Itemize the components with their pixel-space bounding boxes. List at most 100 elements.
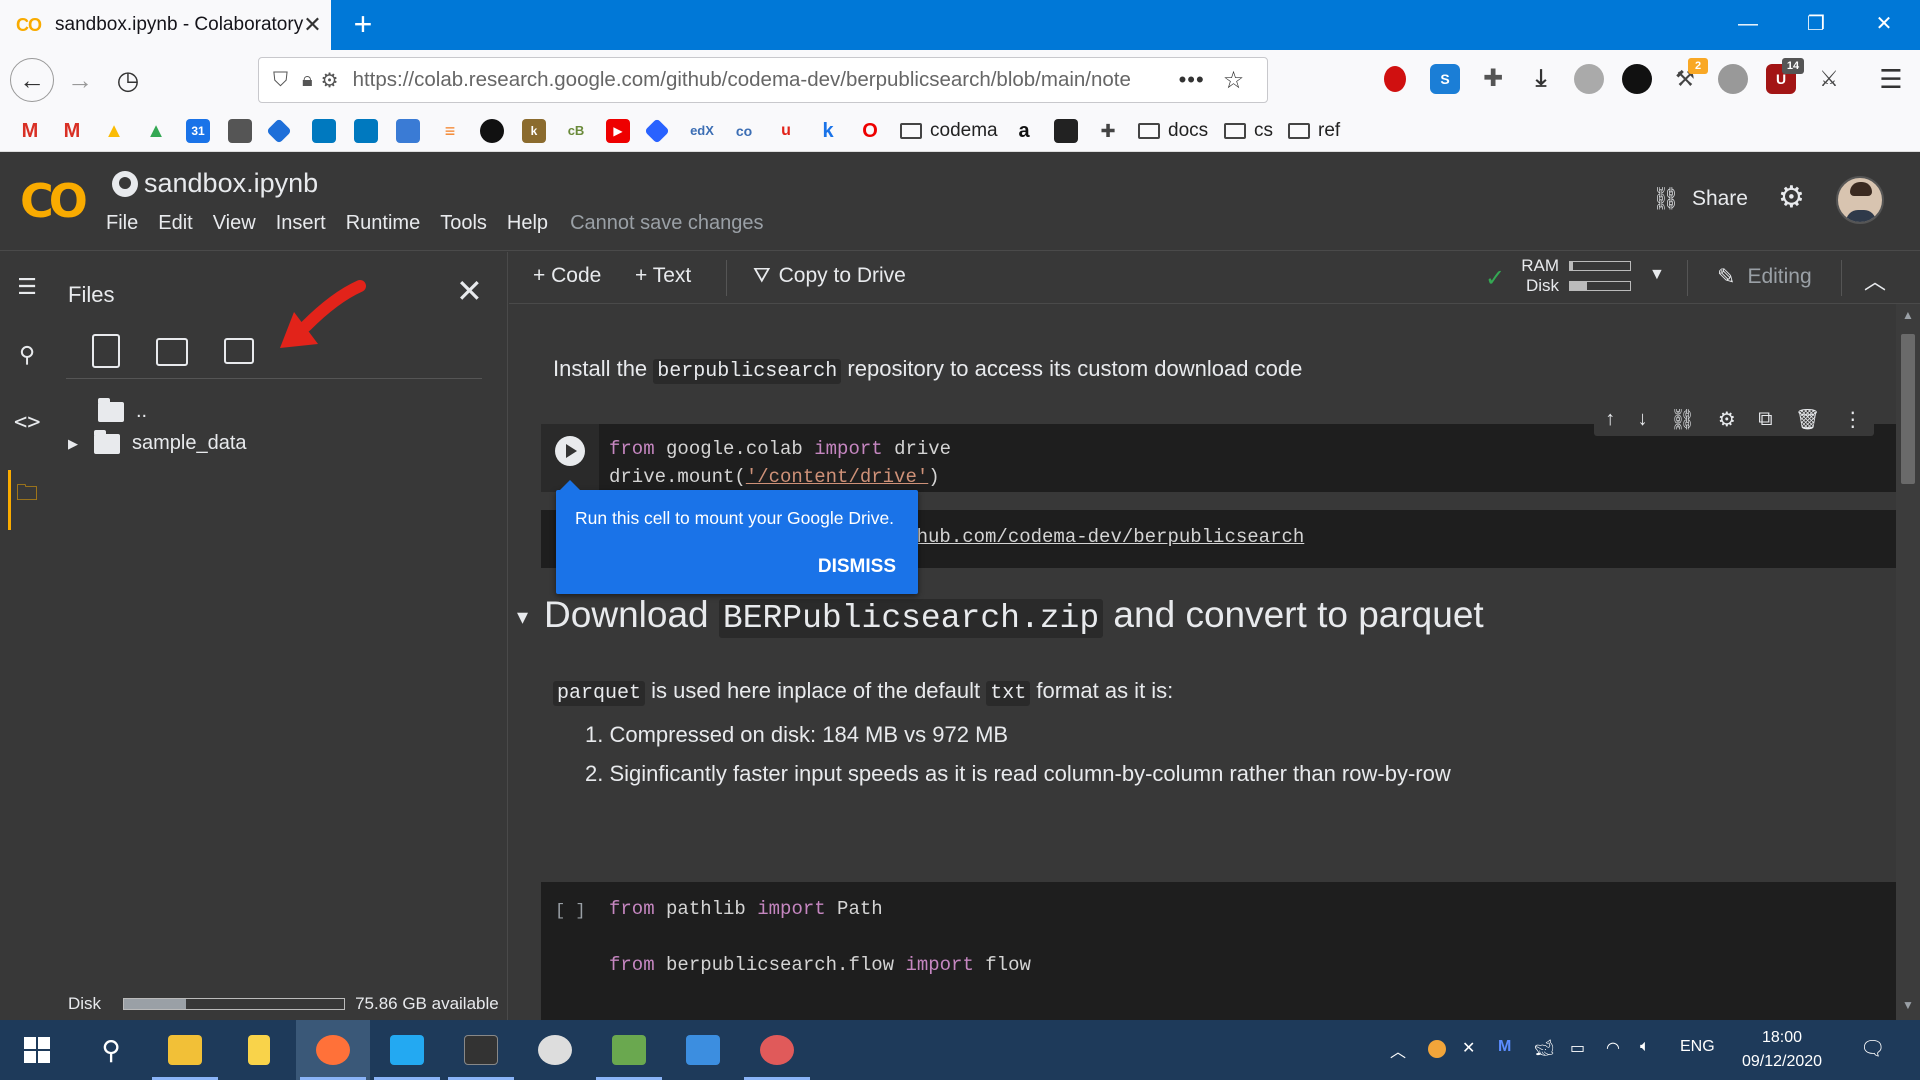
menu-runtime[interactable]: Runtime [346, 212, 420, 235]
refresh-folder-icon[interactable] [156, 338, 188, 366]
mount-drive-icon[interactable] [224, 338, 254, 364]
scrollbar-thumb[interactable] [1901, 334, 1915, 484]
jira-bookmark-icon[interactable] [266, 118, 292, 144]
scroll-down-icon[interactable]: ▼ [1902, 998, 1914, 1012]
menu-insert[interactable]: Insert [276, 212, 326, 235]
calendar-bookmark-icon[interactable]: 31 [186, 119, 210, 143]
close-window-icon[interactable]: ✕ [1850, 0, 1918, 50]
settings-gear-icon[interactable]: ⚙ [1778, 180, 1805, 215]
expand-caret-icon[interactable]: ▶ [68, 436, 78, 452]
notebook-scrollbar[interactable]: ▲ ▼ [1896, 304, 1920, 1020]
code-line[interactable]: drive.mount('/content/drive') [609, 466, 940, 488]
chat-bookmark-icon[interactable] [228, 119, 252, 143]
sample-data-folder-row[interactable]: ▶ sample_data [68, 429, 247, 455]
new-tab-button[interactable]: + [346, 6, 380, 42]
notebook-title[interactable]: sandbox.ipynb [112, 168, 318, 199]
run-cell-button[interactable] [555, 436, 585, 466]
trello-bookmark-icon[interactable] [354, 119, 378, 143]
tray-x-icon[interactable]: ✕ [1462, 1038, 1475, 1058]
upload-file-icon[interactable] [92, 334, 120, 368]
book-bookmark-icon[interactable] [1054, 119, 1078, 143]
permissions-icon[interactable]: ⚙ [321, 68, 339, 93]
show-hidden-icons-icon[interactable]: ︿ [1390, 1038, 1406, 1062]
code-line[interactable]: from pathlib import Path [609, 898, 883, 920]
extension-dark-icon[interactable] [1622, 64, 1652, 94]
resources-dropdown-icon[interactable]: ▼ [1649, 266, 1665, 284]
downloads-icon[interactable]: ⤓ [1526, 64, 1556, 94]
editing-mode-button[interactable]: ✎ Editing [1717, 264, 1812, 290]
cb-bookmark-icon[interactable]: cB [564, 119, 588, 143]
delete-cell-icon[interactable]: 🗑︎ [1795, 407, 1820, 432]
extensions-puzzle-icon[interactable]: ✚ [1478, 64, 1508, 94]
menu-view[interactable]: View [213, 212, 256, 235]
input-language[interactable]: ENG [1680, 1038, 1715, 1056]
clock-app-icon[interactable] [518, 1020, 592, 1080]
colab-logo[interactable]: CO [20, 174, 88, 228]
more-options-icon[interactable]: ⋮ [1843, 407, 1863, 432]
drive-bookmark-icon[interactable]: ▲ [144, 119, 168, 143]
github-bookmark-icon[interactable] [480, 119, 504, 143]
section-heading[interactable]: ▾ Download BERPublicsearch.zip and conver… [517, 594, 1484, 638]
start-button[interactable] [0, 1020, 74, 1080]
cell-settings-gear-icon[interactable]: ⚙ [1718, 407, 1736, 432]
edx-bookmark-icon[interactable]: edX [690, 119, 714, 143]
coursera-bookmark-icon[interactable]: co [732, 119, 756, 143]
gmail-bookmark-icon[interactable]: M [18, 119, 42, 143]
code-line[interactable]: /github.com/codema-dev/berpublicsearch [871, 526, 1304, 548]
k-blue-bookmark-icon[interactable]: k [816, 119, 840, 143]
terminal-taskbar-icon[interactable] [444, 1020, 518, 1080]
minimize-window-icon[interactable]: — [1714, 0, 1782, 50]
gmail-bookmark-icon[interactable]: M [60, 119, 84, 143]
app-bookmark-icon[interactable] [644, 118, 670, 144]
disk-usage-bar[interactable] [1569, 281, 1631, 291]
puzzle-bookmark-icon[interactable]: ✚ [1096, 119, 1120, 143]
copy-to-drive-button[interactable]: ⛛ Copy to Drive [753, 264, 906, 288]
link-to-cell-icon[interactable]: ⛓ [1670, 407, 1695, 432]
notebook-title-text[interactable]: sandbox.ipynb [144, 168, 318, 199]
trello-bookmark-icon[interactable] [312, 119, 336, 143]
malwarebytes-icon[interactable]: M [1498, 1038, 1511, 1056]
volume-icon[interactable]: 🔈︎ [1640, 1038, 1650, 1056]
system-clock[interactable]: 18:00 09/12/2020 [1734, 1026, 1830, 1074]
vscode-taskbar-icon[interactable] [370, 1020, 444, 1080]
app-bookmark-icon[interactable] [396, 119, 420, 143]
back-icon[interactable]: ← [10, 58, 54, 102]
intro-text-cell[interactable]: Install the berpublicsearch repository t… [553, 356, 1302, 384]
bookmark-star-icon[interactable]: ☆ [1223, 66, 1245, 95]
url-text[interactable]: https://colab.research.google.com/github… [353, 68, 1163, 92]
notes-app-icon[interactable] [222, 1020, 296, 1080]
table-of-contents-icon[interactable]: ☰ [14, 274, 40, 300]
k-bookmark-icon[interactable]: k [522, 119, 546, 143]
history-icon[interactable]: ◷ [108, 60, 148, 100]
menu-edit[interactable]: Edit [158, 212, 192, 235]
bookmark-folder-codema[interactable]: codema [900, 118, 998, 144]
battery-icon[interactable]: ▭ [1570, 1038, 1585, 1058]
stackoverflow-bookmark-icon[interactable]: ≡ [438, 119, 462, 143]
opera-bookmark-icon[interactable]: O [858, 119, 882, 143]
bookmark-folder-ref[interactable]: ref [1288, 118, 1340, 144]
tray-app-icon[interactable] [1428, 1040, 1446, 1058]
add-text-button[interactable]: + Text [635, 264, 691, 288]
move-cell-down-icon[interactable]: ↓ [1638, 408, 1648, 431]
code-line[interactable]: from berpublicsearch.flow import flow [609, 954, 1031, 976]
page-actions-icon[interactable]: ••• [1179, 67, 1205, 93]
add-code-button[interactable]: + Code [533, 264, 601, 288]
save-status[interactable]: Cannot save changes [570, 212, 763, 235]
paragraph-text[interactable]: parquet is used here inplace of the defa… [553, 678, 1173, 706]
hamburger-menu-icon[interactable]: ☰ [1876, 64, 1906, 94]
wand-extension-icon[interactable]: ⚔ [1814, 64, 1844, 94]
share-button[interactable]: ⛓ Share [1652, 186, 1748, 212]
menu-help[interactable]: Help [507, 212, 548, 235]
mirror-cell-icon[interactable]: ⧉ [1758, 408, 1772, 431]
restore-window-icon[interactable]: ❐ [1782, 0, 1850, 50]
search-taskbar-icon[interactable]: ⚲ [74, 1020, 148, 1080]
shield-icon[interactable]: ⛉ [273, 69, 288, 92]
search-icon[interactable]: ⚲ [14, 342, 40, 368]
collapse-section-caret-icon[interactable]: ▾ [517, 604, 528, 629]
snipping-tool-icon[interactable] [740, 1020, 814, 1080]
browser-tab-active[interactable]: CO sandbox.ipynb - Colaboratory ✕ [0, 0, 331, 50]
execution-count[interactable]: [ ] [555, 902, 586, 921]
drive-bookmark-icon[interactable]: ▲ [102, 119, 126, 143]
firefox-taskbar-icon[interactable] [296, 1020, 370, 1080]
udemy-bookmark-icon[interactable]: u [774, 119, 798, 143]
